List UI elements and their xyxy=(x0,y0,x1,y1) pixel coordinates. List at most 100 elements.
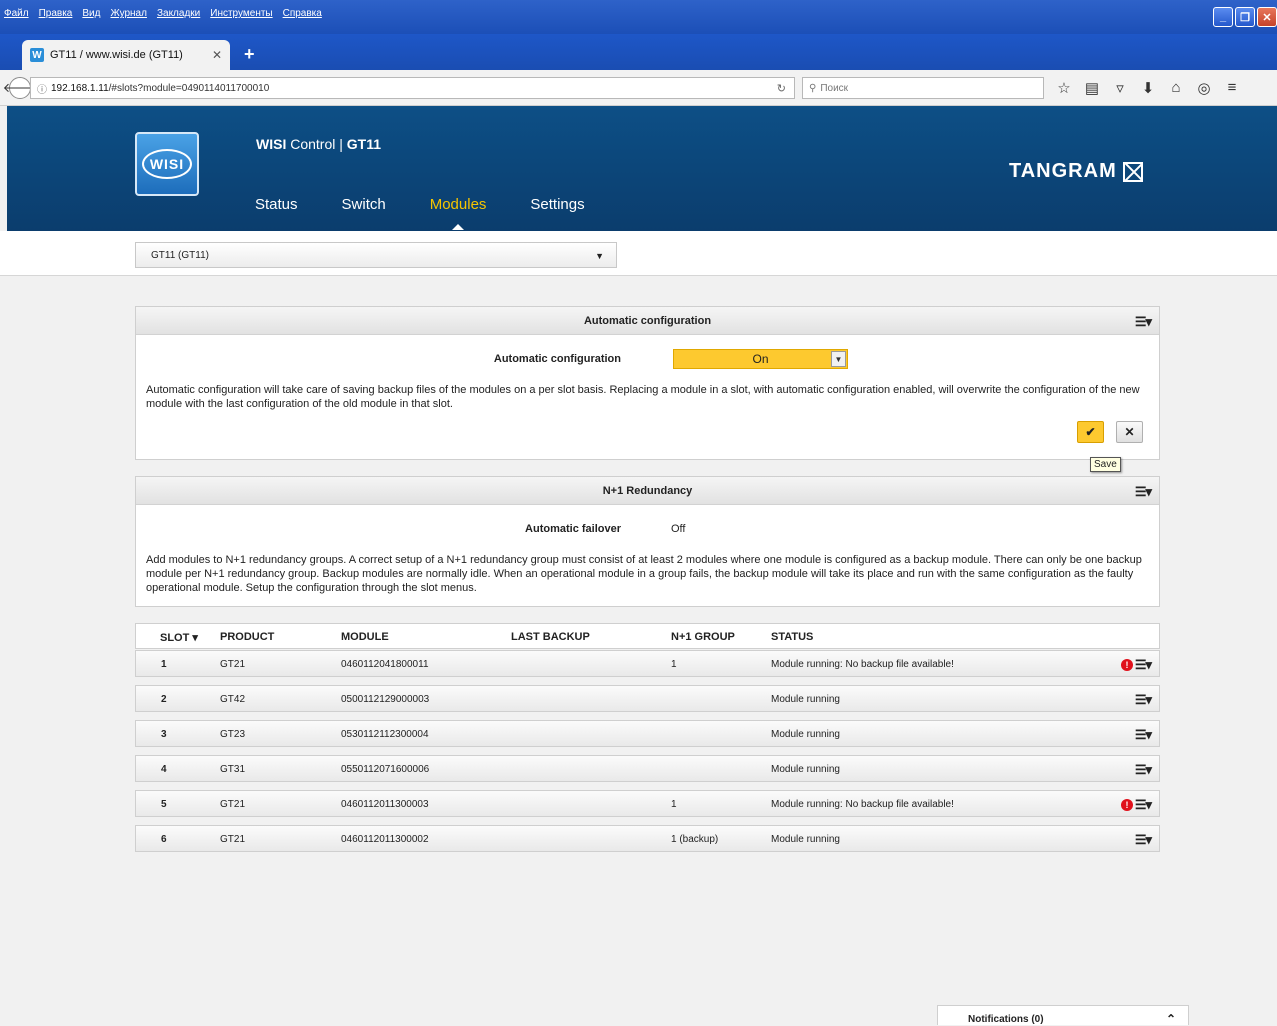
browser-tab[interactable]: W GT11 / www.wisi.de (GT11) ✕ xyxy=(22,40,230,70)
failover-field: Automatic failover Off xyxy=(136,519,1159,539)
row-menu-icon[interactable]: ☰▾ xyxy=(1135,727,1152,743)
table-row[interactable]: 1 GT21 0460112041800011 1 Module running… xyxy=(135,650,1160,677)
redundancy-title: N+1 Redundancy xyxy=(602,484,693,497)
minimize-icon[interactable]: _ xyxy=(1213,7,1233,27)
warning-icon: ! xyxy=(1121,659,1133,671)
main-nav: Status Switch Modules Settings xyxy=(255,196,629,230)
hamburger-menu-icon[interactable]: ≡ xyxy=(1223,79,1241,97)
close-tab-icon[interactable]: ✕ xyxy=(212,48,222,62)
row-menu-icon[interactable]: ☰▾ xyxy=(1135,797,1152,813)
device-select[interactable]: GT11 (GT11) ▼ xyxy=(135,242,617,268)
warning-icon: ! xyxy=(1121,799,1133,811)
favicon-icon: W xyxy=(30,48,44,62)
group: 1 xyxy=(671,799,677,810)
product: GT31 xyxy=(220,764,246,775)
app-title: WISI Control | GT11 xyxy=(256,136,381,152)
menu-bar: Файл Правка Вид Журнал Закладки Инструме… xyxy=(4,8,322,30)
group: 1 (backup) xyxy=(671,834,719,845)
table-row[interactable]: 6 GT21 0460112011300002 1 (backup) Modul… xyxy=(135,825,1160,852)
reading-list-icon[interactable]: ▤ xyxy=(1083,79,1101,97)
status-text: Module running xyxy=(771,764,840,775)
status-text: Module running: No backup file available… xyxy=(771,659,954,670)
auto-config-label: Automatic configuration xyxy=(493,353,621,365)
row-menu-icon[interactable]: ☰▾ xyxy=(1135,762,1152,778)
status-text: Module running: No backup file available… xyxy=(771,799,954,810)
reload-icon[interactable]: ↻ xyxy=(777,82,786,95)
pocket-icon[interactable]: ▿ xyxy=(1111,79,1129,97)
nav-status[interactable]: Status xyxy=(255,196,298,213)
row-menu-icon[interactable]: ☰▾ xyxy=(1135,832,1152,848)
product: GT21 xyxy=(220,799,246,810)
search-input[interactable]: ⚲ Поиск xyxy=(802,77,1044,99)
product: GT42 xyxy=(220,694,246,705)
table-row[interactable]: 3 GT23 0530112112300004 Module running ☰… xyxy=(135,720,1160,747)
product: GT23 xyxy=(220,729,246,740)
nav-modules[interactable]: Modules xyxy=(430,196,486,230)
panel-title: Automatic configuration ☰▾ xyxy=(136,307,1159,335)
panel-menu-icon[interactable]: ☰▾ xyxy=(1135,314,1152,330)
navigation-toolbar: 🡐 ⓘ 192.168.1.11/#slots?module=049011401… xyxy=(0,70,1277,106)
save-button[interactable]: ✔ xyxy=(1077,421,1104,443)
failover-label: Automatic failover xyxy=(525,523,621,535)
slot-number: 4 xyxy=(161,764,167,775)
panel-menu-icon[interactable]: ☰▾ xyxy=(1135,484,1152,500)
toolbar-icons: ☆ ▤ ▿ ⬇ ⌂ ◎ ≡ xyxy=(1055,79,1241,97)
table-row[interactable]: 4 GT31 0550112071600006 Module running ☰… xyxy=(135,755,1160,782)
home-icon[interactable]: ⌂ xyxy=(1167,79,1185,97)
auto-config-description: Automatic configuration will take care o… xyxy=(146,384,1140,410)
new-tab-icon[interactable]: + xyxy=(244,44,255,65)
module-id: 0500112129000003 xyxy=(341,694,430,705)
sync-icon[interactable]: ◎ xyxy=(1195,79,1213,97)
col-product: PRODUCT xyxy=(220,631,275,643)
address-bar[interactable]: ⓘ 192.168.1.11/#slots?module=04901140117… xyxy=(30,77,795,99)
chevron-up-icon[interactable]: ⌃ xyxy=(1166,1012,1176,1026)
failover-value: Off xyxy=(671,523,686,535)
window-titlebar: Файл Правка Вид Журнал Закладки Инструме… xyxy=(0,0,1277,34)
site-header: WISI WISI Control | GT11 Status Switch M… xyxy=(7,106,1277,231)
slot-number: 5 xyxy=(161,799,167,810)
slot-table-header: SLOT ▾ PRODUCT MODULE LAST BACKUP N+1 GR… xyxy=(135,623,1160,649)
row-menu-icon[interactable]: ☰▾ xyxy=(1135,657,1152,673)
wisi-logo[interactable]: WISI xyxy=(135,132,199,196)
menu-view[interactable]: Вид xyxy=(82,8,100,30)
menu-bookmarks[interactable]: Закладки xyxy=(157,8,200,30)
cancel-button[interactable]: ✕ xyxy=(1116,421,1143,443)
chevron-down-icon[interactable]: ▼ xyxy=(831,351,846,367)
notifications-label: Notifications (0) xyxy=(968,1014,1044,1025)
back-icon[interactable]: 🡐 xyxy=(3,77,37,99)
auto-config-value: On xyxy=(752,352,769,366)
notifications-bar[interactable]: Notifications (0) ⌃ xyxy=(937,1005,1189,1026)
col-module: MODULE xyxy=(341,631,389,643)
menu-edit[interactable]: Правка xyxy=(39,8,73,30)
close-window-icon[interactable]: ✕ xyxy=(1257,7,1277,27)
status-text: Module running xyxy=(771,694,840,705)
nav-settings[interactable]: Settings xyxy=(530,196,584,213)
module-id: 0460112041800011 xyxy=(341,659,429,670)
menu-history[interactable]: Журнал xyxy=(110,8,147,30)
redundancy-panel: N+1 Redundancy ☰▾ Automatic failover Off… xyxy=(135,476,1160,607)
auto-config-title: Automatic configuration xyxy=(583,314,712,327)
tangram-logo-icon xyxy=(1122,161,1143,182)
device-selector-band: GT11 (GT11) ▼ xyxy=(0,231,1277,276)
info-icon[interactable]: ⓘ xyxy=(37,81,47,96)
group: 1 xyxy=(671,659,677,670)
auto-config-select[interactable]: On ▼ xyxy=(673,349,848,369)
nav-switch[interactable]: Switch xyxy=(342,196,386,213)
bookmark-star-icon[interactable]: ☆ xyxy=(1055,79,1073,97)
slot-number: 6 xyxy=(161,834,167,845)
menu-file[interactable]: Файл xyxy=(4,8,29,30)
row-menu-icon[interactable]: ☰▾ xyxy=(1135,692,1152,708)
panel-title: N+1 Redundancy ☰▾ xyxy=(136,477,1159,505)
module-id: 0460112011300002 xyxy=(341,834,429,845)
window-controls: _ ❐ ✕ xyxy=(1213,7,1277,27)
restore-icon[interactable]: ❐ xyxy=(1235,7,1255,27)
download-icon[interactable]: ⬇ xyxy=(1139,79,1157,97)
tab-strip: W GT11 / www.wisi.de (GT11) ✕ + xyxy=(0,34,1277,70)
menu-help[interactable]: Справка xyxy=(283,8,322,30)
table-row[interactable]: 2 GT42 0500112129000003 Module running ☰… xyxy=(135,685,1160,712)
table-row[interactable]: 5 GT21 0460112011300003 1 Module running… xyxy=(135,790,1160,817)
url-host: 192.168.1.11 xyxy=(51,82,109,94)
menu-tools[interactable]: Инструменты xyxy=(210,8,272,30)
module-id: 0550112071600006 xyxy=(341,764,430,775)
col-slot[interactable]: SLOT ▾ xyxy=(160,631,198,644)
